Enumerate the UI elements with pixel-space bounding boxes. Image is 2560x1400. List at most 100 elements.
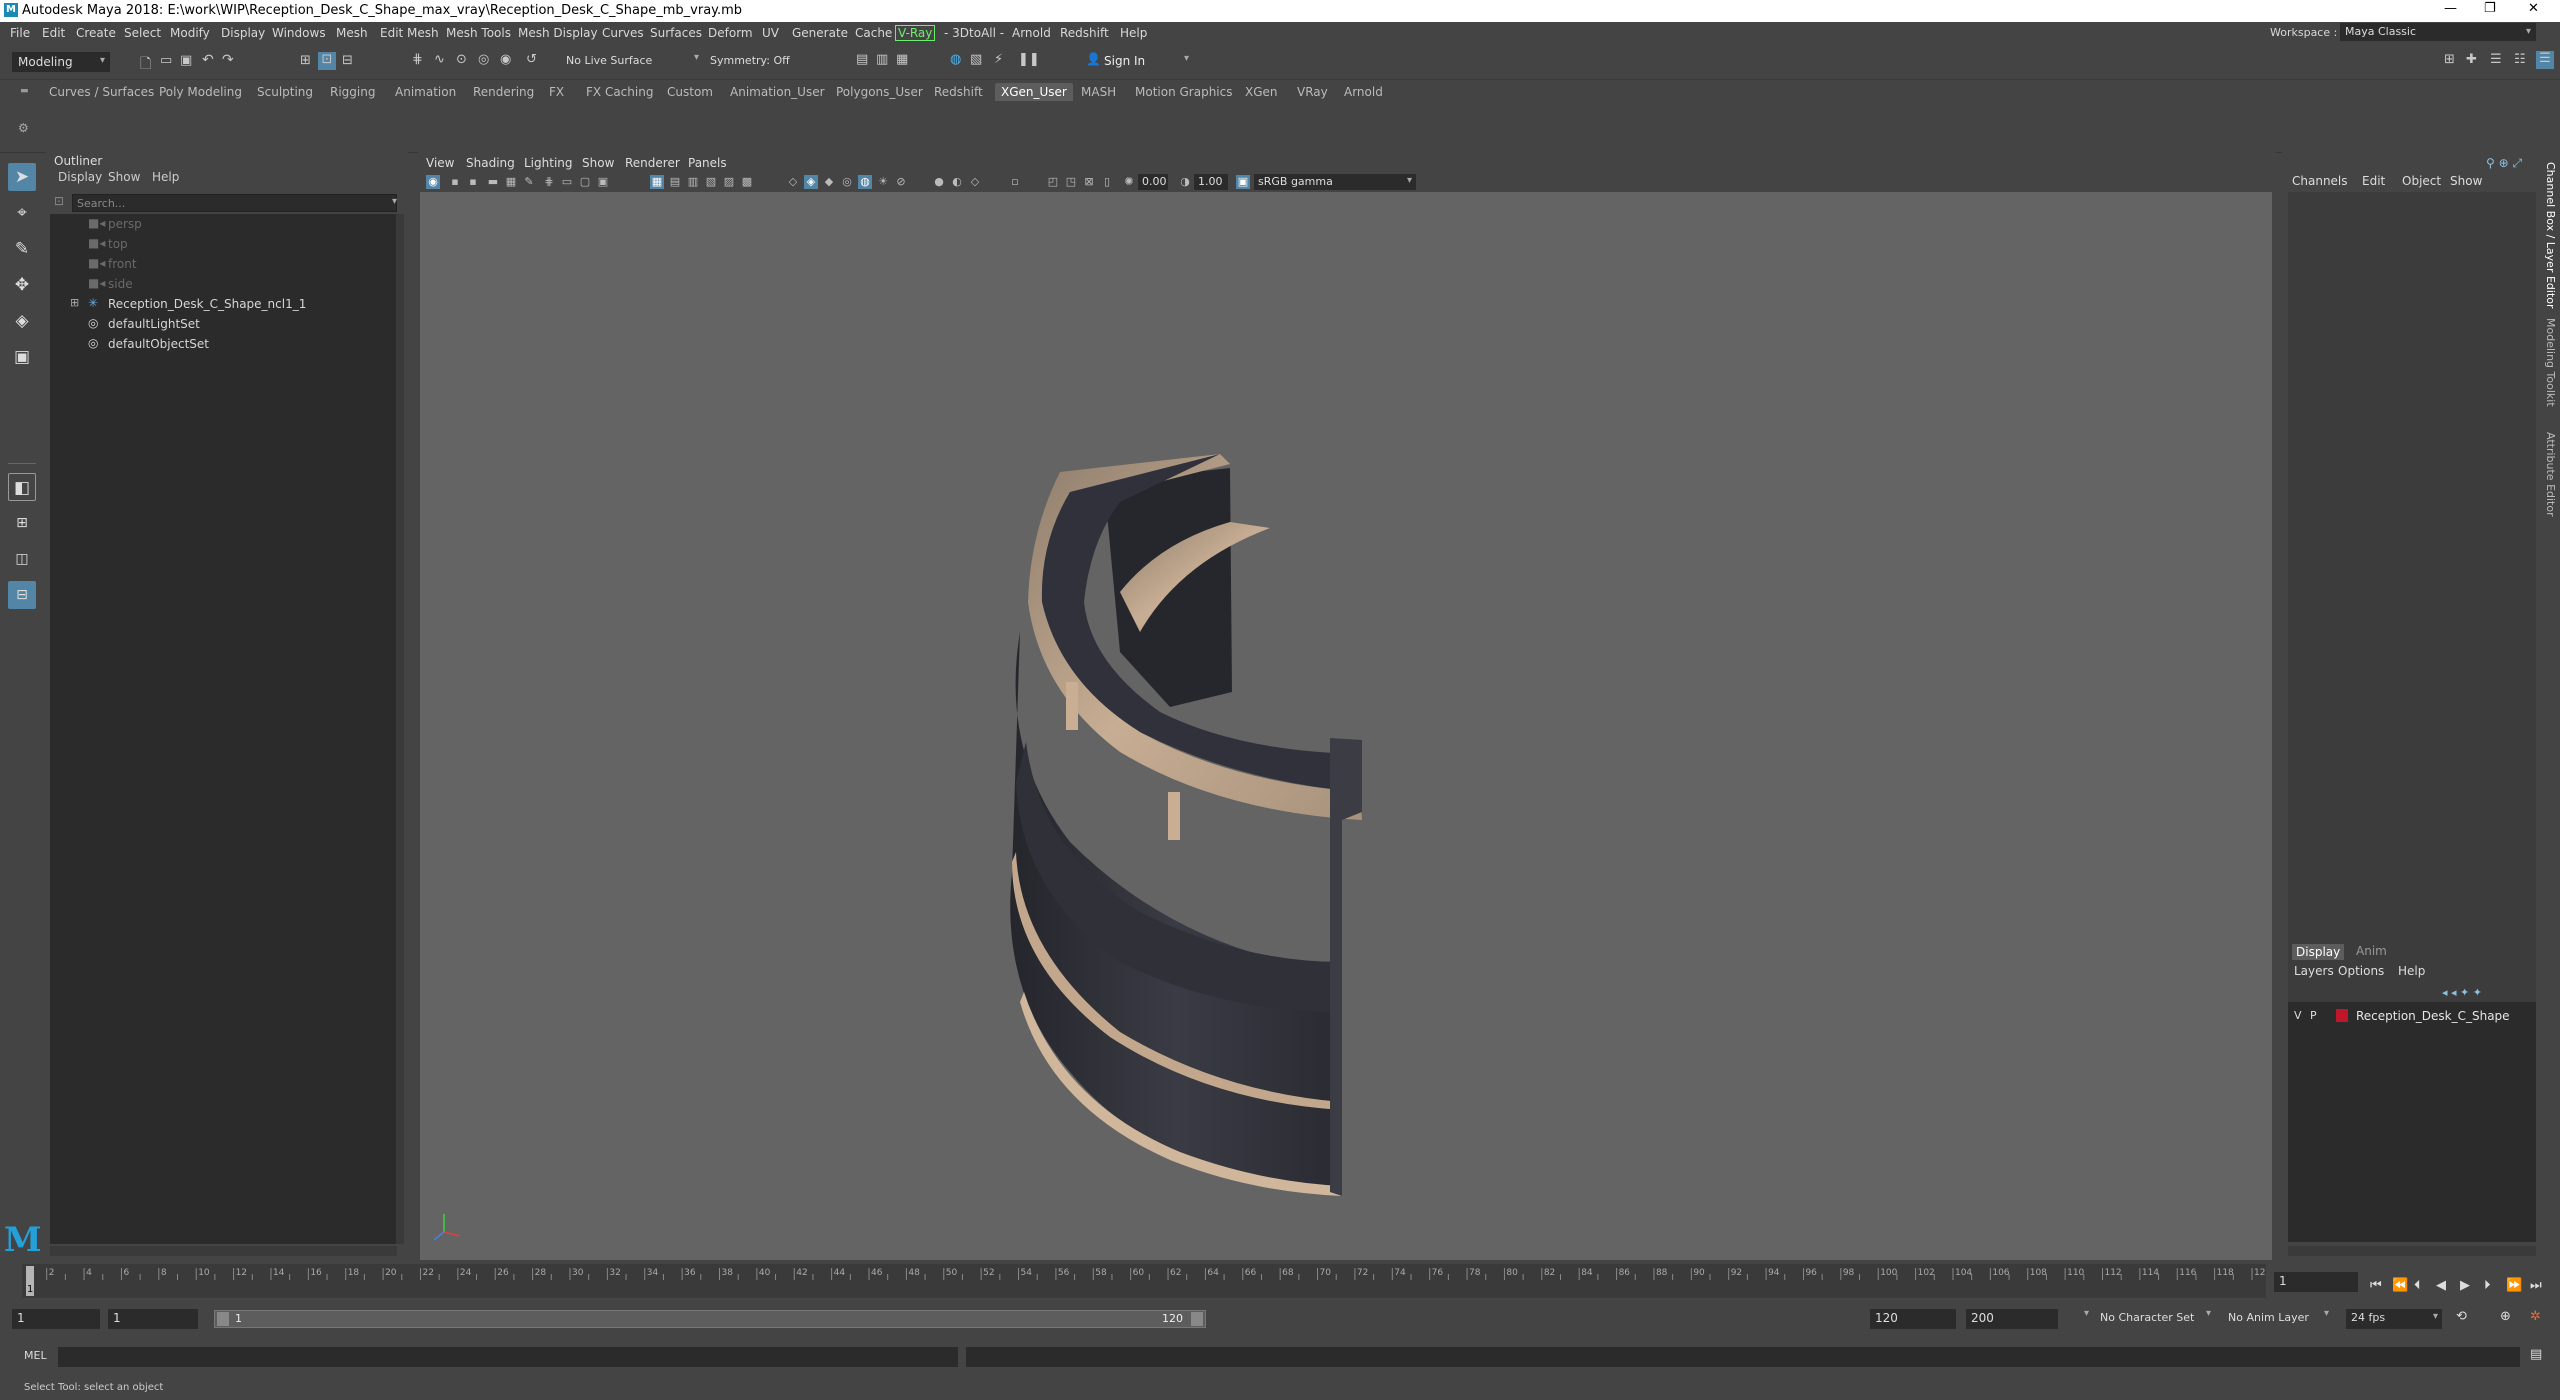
shelf-tab-vray[interactable]: VRay bbox=[1297, 85, 1328, 99]
menu-edit[interactable]: Edit bbox=[42, 26, 65, 40]
outliner-item-reception-desk[interactable]: ⊞ ✳ Reception_Desk_C_Shape_ncl1_1 bbox=[50, 294, 390, 314]
xray-joints-icon[interactable]: ◆ bbox=[822, 175, 836, 189]
viewport-menu-panels[interactable]: Panels bbox=[688, 156, 727, 170]
current-frame-field[interactable]: 1 bbox=[2274, 1272, 2358, 1292]
menu-help[interactable]: Help bbox=[1120, 26, 1147, 40]
shelf-tab-arnold[interactable]: Arnold bbox=[1344, 85, 1383, 99]
outliner-item-default-light-set[interactable]: ◎ defaultLightSet bbox=[50, 314, 390, 334]
menu-arnold[interactable]: Arnold bbox=[1012, 26, 1051, 40]
shadows-icon[interactable]: ▩ bbox=[740, 175, 754, 189]
toggle-hud-icon[interactable]: ▫ bbox=[1008, 175, 1022, 189]
bookmark-icon[interactable]: ▪ bbox=[466, 175, 480, 189]
shelf-tab-rigging[interactable]: Rigging bbox=[330, 85, 375, 99]
character-set-dropdown[interactable]: No Character Set bbox=[2100, 1311, 2194, 1324]
workspace-dropdown[interactable]: Maya Classic ▾ bbox=[2340, 23, 2536, 41]
side-tab-attribute-editor[interactable]: Attribute Editor bbox=[2544, 432, 2557, 517]
menu-surfaces[interactable]: Surfaces bbox=[650, 26, 702, 40]
outliner-item-side[interactable]: ■◂ side bbox=[50, 274, 390, 294]
move-tool-icon[interactable]: ✥ bbox=[8, 271, 36, 299]
play-forwards-icon[interactable]: ▶ bbox=[2460, 1278, 2470, 1293]
select-camera-icon[interactable]: ◉ bbox=[426, 175, 440, 189]
time-ruler[interactable]: 2 4 6 8 10 12 14 16 18 20 22 24 26 28 30 32 34 36 38 40 42 44… bbox=[22, 1264, 2271, 1298]
mode-dropdown[interactable]: Modeling ▾ bbox=[12, 52, 110, 72]
shelf-settings-icon[interactable]: ⚙ bbox=[18, 121, 29, 135]
step-forward-key-icon[interactable]: ⏩ bbox=[2506, 1278, 2522, 1293]
outliner-item-front[interactable]: ■◂ front bbox=[50, 254, 390, 274]
lasso-tool-icon[interactable]: ⌖ bbox=[8, 199, 36, 227]
layer-horizontal-scrollbar[interactable] bbox=[2288, 1246, 2536, 1256]
menu-vray[interactable]: V-Ray bbox=[895, 25, 936, 41]
layer-tab-anim[interactable]: Anim bbox=[2356, 944, 2387, 958]
outliner-item-persp[interactable]: ■◂ persp bbox=[50, 214, 390, 234]
auto-key-icon[interactable]: ⊕ bbox=[2500, 1309, 2511, 1324]
toggle-attribute-editor-icon[interactable]: ✚ bbox=[2466, 52, 2477, 67]
menu-modify[interactable]: Modify bbox=[170, 26, 210, 40]
menu-select[interactable]: Select bbox=[124, 26, 161, 40]
menu-edit-mesh[interactable]: Edit Mesh bbox=[380, 26, 439, 40]
render-sequence-icon[interactable]: ▥ bbox=[876, 52, 888, 67]
snap-view-icon[interactable]: ◎ bbox=[478, 52, 489, 67]
hud-icon[interactable]: ◐ bbox=[950, 175, 964, 189]
end-time-field[interactable]: 200 bbox=[1966, 1309, 2058, 1329]
preferences-icon[interactable]: ✲ bbox=[2530, 1309, 2541, 1324]
viewport-menu-show[interactable]: Show bbox=[582, 156, 614, 170]
xray-components-icon[interactable]: ◎ bbox=[840, 175, 854, 189]
outliner-persp-view-icon[interactable]: ⊟ bbox=[8, 581, 36, 609]
depth-of-field-icon[interactable]: ● bbox=[932, 175, 946, 189]
motion-blur-icon[interactable]: ☀ bbox=[876, 175, 890, 189]
select-component-icon[interactable]: ⊟ bbox=[342, 53, 353, 68]
outliner-menu-show[interactable]: Show bbox=[108, 170, 140, 184]
shelf-tab-animation[interactable]: Animation bbox=[395, 85, 456, 99]
snap-curve-icon[interactable]: ∿ bbox=[434, 52, 445, 67]
chevron-down-icon[interactable]: ▾ bbox=[392, 196, 397, 207]
shelf-tab-fx-caching[interactable]: FX Caching bbox=[586, 85, 653, 99]
shelf-tab-poly-modeling[interactable]: Poly Modeling bbox=[159, 85, 242, 99]
layer-playback-toggle[interactable]: P bbox=[2310, 1009, 2317, 1022]
menu-uv[interactable]: UV bbox=[762, 26, 779, 40]
snap-grid-icon[interactable]: ⋕ bbox=[412, 52, 423, 67]
go-to-end-icon[interactable]: ⏭ bbox=[2530, 1278, 2542, 1293]
ipr-icon[interactable]: ◍ bbox=[950, 52, 961, 67]
step-forward-frame-icon[interactable]: ⏵ bbox=[2484, 1278, 2491, 1293]
expand-icon[interactable]: ⊞ bbox=[70, 296, 79, 309]
script-editor-icon[interactable]: ▤ bbox=[2530, 1347, 2542, 1362]
paint-select-tool-icon[interactable]: ✎ bbox=[8, 235, 36, 263]
textured-icon[interactable]: ▧ bbox=[704, 175, 718, 189]
mel-label[interactable]: MEL bbox=[24, 1349, 47, 1362]
menu-cache[interactable]: Cache bbox=[855, 26, 892, 40]
outliner-item-top[interactable]: ■◂ top bbox=[50, 234, 390, 254]
toggle-outliner-icon[interactable]: ☷ bbox=[2514, 52, 2526, 67]
shelf-tab-xgen-user[interactable]: XGen_User bbox=[995, 83, 1073, 101]
play-backwards-icon[interactable]: ◀ bbox=[2436, 1278, 2446, 1293]
view-transform-icon[interactable]: ◰ bbox=[1046, 175, 1060, 189]
close-button[interactable]: ✕ bbox=[2528, 1, 2539, 16]
shelf-tab-sculpting[interactable]: Sculpting bbox=[257, 85, 313, 99]
shelf-tab-mash[interactable]: MASH bbox=[1081, 85, 1116, 99]
toggle-tool-settings-icon[interactable]: ☰ bbox=[2490, 52, 2502, 67]
frame-all-icon[interactable]: ◳ bbox=[1064, 175, 1078, 189]
playback-start-field[interactable]: 1 bbox=[108, 1309, 198, 1329]
toggle-modeling-toolkit-icon[interactable]: ⊞ bbox=[2444, 52, 2455, 67]
layer-help-menu[interactable]: Help bbox=[2398, 964, 2425, 978]
minimize-button[interactable]: — bbox=[2444, 1, 2457, 16]
select-hierarchy-icon[interactable]: ⊞ bbox=[300, 53, 311, 68]
exposure-field[interactable]: 0.00 bbox=[1138, 174, 1168, 190]
sign-in-button[interactable]: 👤 Sign In ▾ bbox=[1082, 51, 1200, 71]
smooth-shade-icon[interactable]: ▤ bbox=[668, 175, 682, 189]
restore-button[interactable]: ❐ bbox=[2484, 1, 2496, 16]
channel-box-settings-icon[interactable]: ⚲ ⊕ ⤢ bbox=[2486, 156, 2522, 171]
object-menu[interactable]: Object bbox=[2402, 174, 2441, 188]
command-input[interactable] bbox=[58, 1347, 958, 1367]
start-time-field[interactable]: 1 bbox=[12, 1309, 100, 1329]
outliner-horizontal-scrollbar[interactable] bbox=[50, 1246, 397, 1256]
menu-create[interactable]: Create bbox=[76, 26, 116, 40]
side-tab-channel-box[interactable]: Channel Box / Layer Editor bbox=[2544, 162, 2557, 309]
symmetry-dropdown[interactable]: Symmetry: Off bbox=[710, 54, 790, 67]
outliner-vertical-scrollbar[interactable] bbox=[396, 214, 404, 1244]
render-view-icon[interactable]: ▦ bbox=[896, 52, 908, 67]
menu-deform[interactable]: Deform bbox=[708, 26, 753, 40]
isolate-select-icon[interactable]: ◇ bbox=[786, 175, 800, 189]
playback-end-field[interactable]: 120 bbox=[1870, 1309, 1956, 1329]
anim-layer-dropdown[interactable]: No Anim Layer bbox=[2228, 1311, 2309, 1324]
shelf-tab-animation-user[interactable]: Animation_User bbox=[730, 85, 825, 99]
